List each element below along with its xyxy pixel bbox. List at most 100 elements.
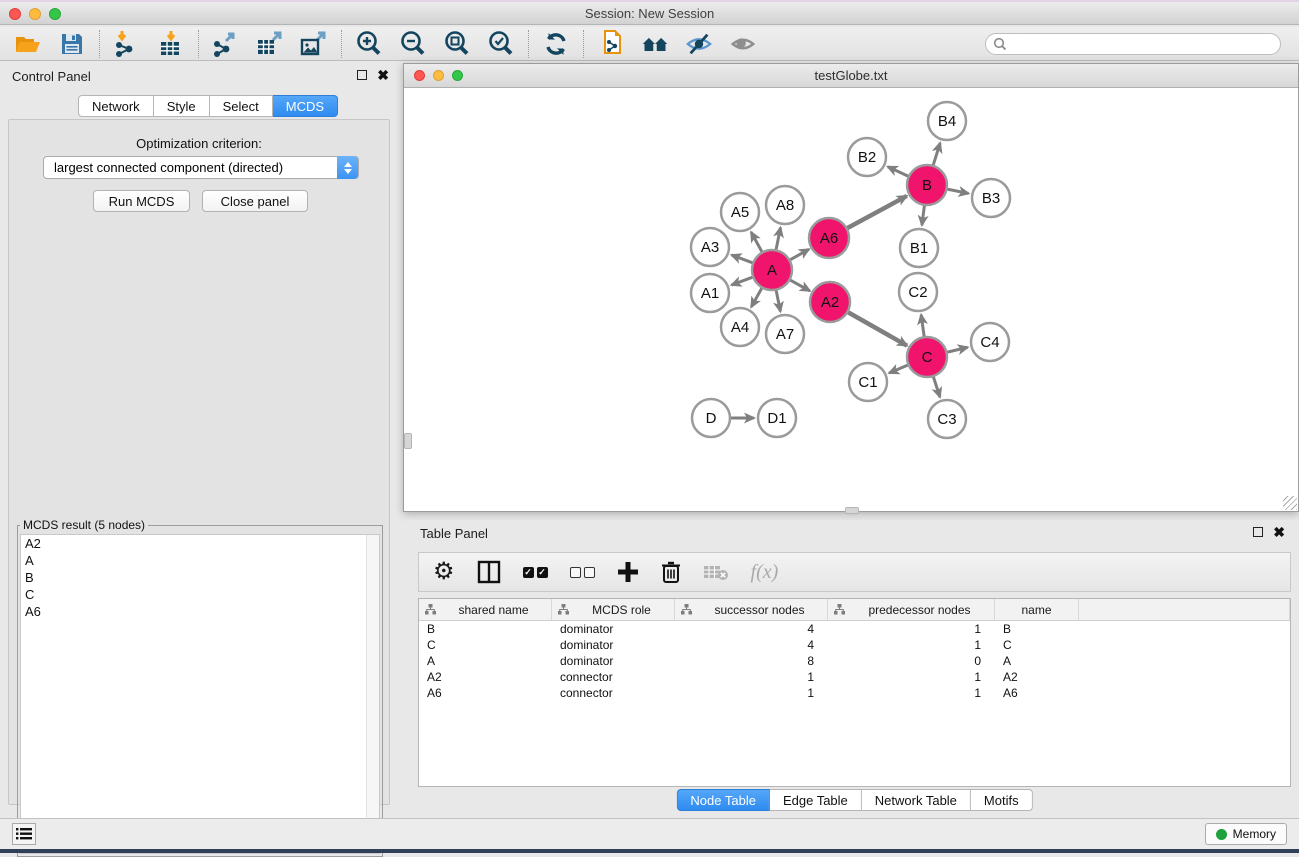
close-panel-button[interactable]: Close panel	[202, 190, 308, 212]
graph-node-A[interactable]: A	[752, 250, 792, 290]
graph-node-A4[interactable]: A4	[721, 308, 759, 346]
refresh-view-icon[interactable]	[542, 30, 570, 58]
graph-node-A7[interactable]: A7	[766, 315, 804, 353]
graph-edge-A6-B[interactable]	[847, 196, 907, 229]
graph-edge-A2-C[interactable]	[847, 312, 907, 346]
network-graph-canvas[interactable]: A A1 A2 A3 A4 A5 A6 A7 A8 B B1 B2 B3 B4 C C1 C2 C3 C4 D D1	[405, 89, 1298, 512]
open-session-icon[interactable]	[14, 30, 42, 58]
delete-table-icon[interactable]	[703, 563, 729, 581]
deselect-all-columns-icon[interactable]	[570, 567, 595, 578]
delete-column-trash-icon[interactable]	[661, 560, 681, 584]
show-column-panel-icon[interactable]	[477, 560, 501, 584]
graph-edge-C-C1[interactable]	[889, 365, 908, 373]
table-options-gear-icon[interactable]: ⚙	[433, 560, 455, 584]
close-panel-icon[interactable]: ✖	[377, 70, 389, 80]
show-details-icon[interactable]	[729, 30, 757, 58]
graph-edge-B-B4[interactable]	[933, 143, 940, 166]
graph-edge-B-B1[interactable]	[922, 205, 925, 225]
tab-node-table[interactable]: Node Table	[676, 789, 770, 811]
column-header-predecessor-nodes[interactable]: predecessor nodes	[828, 599, 995, 620]
import-network-icon[interactable]	[113, 30, 141, 58]
export-network-icon[interactable]	[212, 30, 240, 58]
export-image-icon[interactable]	[300, 30, 328, 58]
save-session-icon[interactable]	[58, 30, 86, 58]
tab-select[interactable]: Select	[210, 95, 273, 117]
table-row[interactable]: A2connector11A2	[419, 669, 1290, 685]
graph-edge-A-A6[interactable]	[789, 249, 809, 260]
mcds-result-item[interactable]: A2	[21, 535, 379, 552]
tab-motifs[interactable]: Motifs	[971, 789, 1033, 811]
tab-mcds[interactable]: MCDS	[273, 95, 338, 117]
float-panel-icon[interactable]	[1253, 527, 1263, 537]
mcds-result-item[interactable]: B	[21, 569, 379, 586]
close-panel-icon[interactable]: ✖	[1273, 527, 1285, 537]
graph-edge-C-C3[interactable]	[933, 376, 940, 397]
result-scrollbar[interactable]	[366, 535, 379, 853]
graph-edge-A-A7[interactable]	[776, 290, 780, 312]
graph-edge-A-A1[interactable]	[732, 277, 754, 285]
graph-edge-A-A2[interactable]	[790, 280, 810, 291]
tab-edge-table[interactable]: Edge Table	[770, 789, 862, 811]
table-row[interactable]: Adominator80A	[419, 653, 1290, 669]
tab-network-table[interactable]: Network Table	[862, 789, 971, 811]
select-all-columns-icon[interactable]: ✓✓	[523, 567, 548, 578]
mcds-result-item[interactable]: A	[21, 552, 379, 569]
graph-node-D1[interactable]: D1	[758, 399, 796, 437]
graph-node-C1[interactable]: C1	[849, 363, 887, 401]
run-mcds-button[interactable]: Run MCDS	[93, 190, 190, 212]
column-header-name[interactable]: name	[995, 599, 1079, 620]
graph-node-B1[interactable]: B1	[900, 229, 938, 267]
graph-node-A3[interactable]: A3	[691, 228, 729, 266]
graph-edge-A-A4[interactable]	[751, 287, 762, 307]
add-column-icon[interactable]	[617, 561, 639, 583]
column-header-MCDS-role[interactable]: MCDS role	[552, 599, 675, 620]
panel-divider-handle[interactable]	[404, 433, 412, 449]
graph-node-A8[interactable]: A8	[766, 186, 804, 224]
zoom-out-icon[interactable]	[399, 30, 427, 58]
mcds-result-list[interactable]: A2ABCA6	[20, 534, 380, 854]
zoom-in-icon[interactable]	[355, 30, 383, 58]
search-input[interactable]	[985, 33, 1281, 55]
graph-node-A6[interactable]: A6	[809, 218, 849, 258]
graph-edge-A-A5[interactable]	[751, 232, 762, 252]
table-row[interactable]: Cdominator41C	[419, 637, 1290, 653]
clone-network-icon[interactable]	[597, 30, 625, 58]
graph-node-B4[interactable]: B4	[928, 102, 966, 140]
tab-style[interactable]: Style	[154, 95, 210, 117]
graph-node-C[interactable]: C	[907, 337, 947, 377]
graph-edge-B-B2[interactable]	[888, 167, 909, 177]
task-history-list-icon[interactable]	[12, 823, 36, 845]
import-table-icon[interactable]	[157, 30, 185, 58]
graph-node-A1[interactable]: A1	[691, 274, 729, 312]
graph-node-C3[interactable]: C3	[928, 400, 966, 438]
table-row[interactable]: A6connector11A6	[419, 685, 1290, 701]
zoom-fit-icon[interactable]	[443, 30, 471, 58]
column-header-successor-nodes[interactable]: successor nodes	[675, 599, 828, 620]
hide-details-icon[interactable]	[685, 30, 713, 58]
memory-button[interactable]: Memory	[1205, 823, 1287, 845]
graph-edge-A-A3[interactable]	[732, 255, 754, 263]
function-builder-icon[interactable]: f(x)	[751, 561, 779, 584]
graph-node-A2[interactable]: A2	[810, 282, 850, 322]
float-panel-icon[interactable]	[357, 70, 367, 80]
graph-node-A5[interactable]: A5	[721, 193, 759, 231]
column-header-shared-name[interactable]: shared name	[419, 599, 552, 620]
mcds-result-item[interactable]: A6	[21, 603, 379, 620]
graph-edge-B-B3[interactable]	[947, 189, 969, 193]
home-views-icon[interactable]	[641, 30, 669, 58]
tab-network[interactable]: Network	[78, 95, 154, 117]
criterion-select[interactable]: largest connected component (directed)	[43, 156, 359, 179]
graph-node-C2[interactable]: C2	[899, 273, 937, 311]
export-table-icon[interactable]	[256, 30, 284, 58]
graph-node-C4[interactable]: C4	[971, 323, 1009, 361]
graph-edge-C-C2[interactable]	[921, 315, 924, 337]
graph-node-B[interactable]: B	[907, 165, 947, 205]
graph-node-B2[interactable]: B2	[848, 138, 886, 176]
panel-divider-handle[interactable]	[845, 507, 859, 514]
table-row[interactable]: Bdominator41B	[419, 621, 1290, 637]
graph-edge-A-A8[interactable]	[776, 228, 781, 251]
graph-node-D[interactable]: D	[692, 399, 730, 437]
graph-node-B3[interactable]: B3	[972, 179, 1010, 217]
window-resize-grip[interactable]	[1283, 496, 1297, 510]
zoom-selected-icon[interactable]	[487, 30, 515, 58]
